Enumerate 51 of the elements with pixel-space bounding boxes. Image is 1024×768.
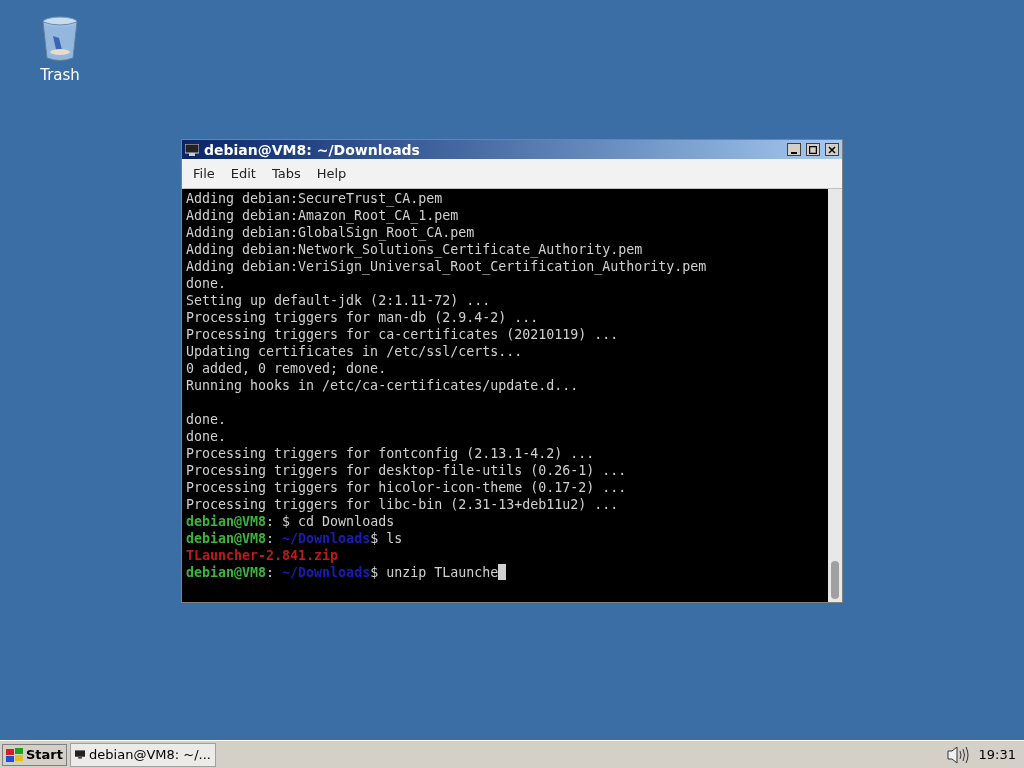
menu-item[interactable]: Help [308,163,355,184]
terminal-text: 0 added, 0 removed; done. [186,360,387,377]
file-name: TLauncher-2.841.zip [186,547,339,564]
start-button[interactable]: Start [2,743,67,766]
terminal-text: Adding debian:Amazon_Root_CA_1.pem [186,207,459,224]
terminal-icon [185,143,199,156]
maximize-icon [809,145,817,154]
menu-item[interactable]: Edit [222,163,264,184]
close-button[interactable] [825,143,839,156]
terminal-text: Adding debian:SecureTrust_CA.pem [186,190,443,207]
terminal-text: Processing triggers for man-db (2.9.4-2) ... [186,309,539,326]
terminal-text: done. [186,428,227,445]
minimize-button[interactable] [787,143,801,156]
terminal-text: done. [186,275,227,292]
terminal-text: : [266,530,276,547]
scrollbar-thumb[interactable] [831,561,839,599]
terminal-text: : $ cd Downloads [266,513,395,530]
maximize-button[interactable] [806,143,820,156]
terminal-icon [75,748,86,761]
close-icon [828,145,836,154]
terminal-text: Adding debian:GlobalSign_Root_CA.pem [186,224,475,241]
terminal-text: Processing triggers for desktop-file-utils (0.26-1) ... [186,462,627,479]
terminal-text: Processing triggers for libc-bin (2.31-13+deb11u2) ... [186,496,619,513]
terminal-text: Adding debian:Network_Solutions_Certificate_Authority.pem [186,241,643,258]
terminal-text: $ unzip TLaunche [370,564,499,581]
terminal-text: done. [186,411,227,428]
taskbar-task[interactable]: debian@VM8: ~/... [70,742,216,767]
terminal-text: Setting up default-jdk (2:1.11-72) ... [186,292,491,309]
terminal-text: : [266,564,276,581]
start-icon [6,746,24,763]
icon-label[interactable]: Trash [40,68,80,83]
minimize-icon [791,151,797,154]
prompt-user: debian@VM8 [186,564,267,581]
terminal-text: Running hooks in /etc/ca-certificates/update.d... [186,377,579,394]
prompt-user: debian@VM8 [186,530,267,547]
trash-icon[interactable] [41,16,79,62]
prompt-path: ~/Downloads [282,530,371,547]
terminal-text: Processing triggers for hicolor-icon-theme (0.17-2) ... [186,479,627,496]
menu-item[interactable]: File [185,163,223,184]
prompt-path: ~/Downloads [282,564,371,581]
menu-item[interactable]: Tabs [263,163,309,184]
terminal-text: Updating certificates in /etc/ssl/certs... [186,343,523,360]
scrollbar[interactable] [828,189,842,602]
window-title: debian@VM8: ~/Downloads [204,142,421,157]
prompt-user: debian@VM8 [186,513,267,530]
clock: 19:31 [977,745,1017,764]
terminal-text: $ ls [370,530,403,547]
terminal-text: Processing triggers for fontconfig (2.13.1-4.2) ... [186,445,595,462]
terminal-text: Adding debian:VeriSign_Universal_Root_Certification_Authority.pem [186,258,707,275]
terminal-text: Processing triggers for ca-certificates (20210119) ... [186,326,619,343]
speaker-icon[interactable] [945,744,970,765]
